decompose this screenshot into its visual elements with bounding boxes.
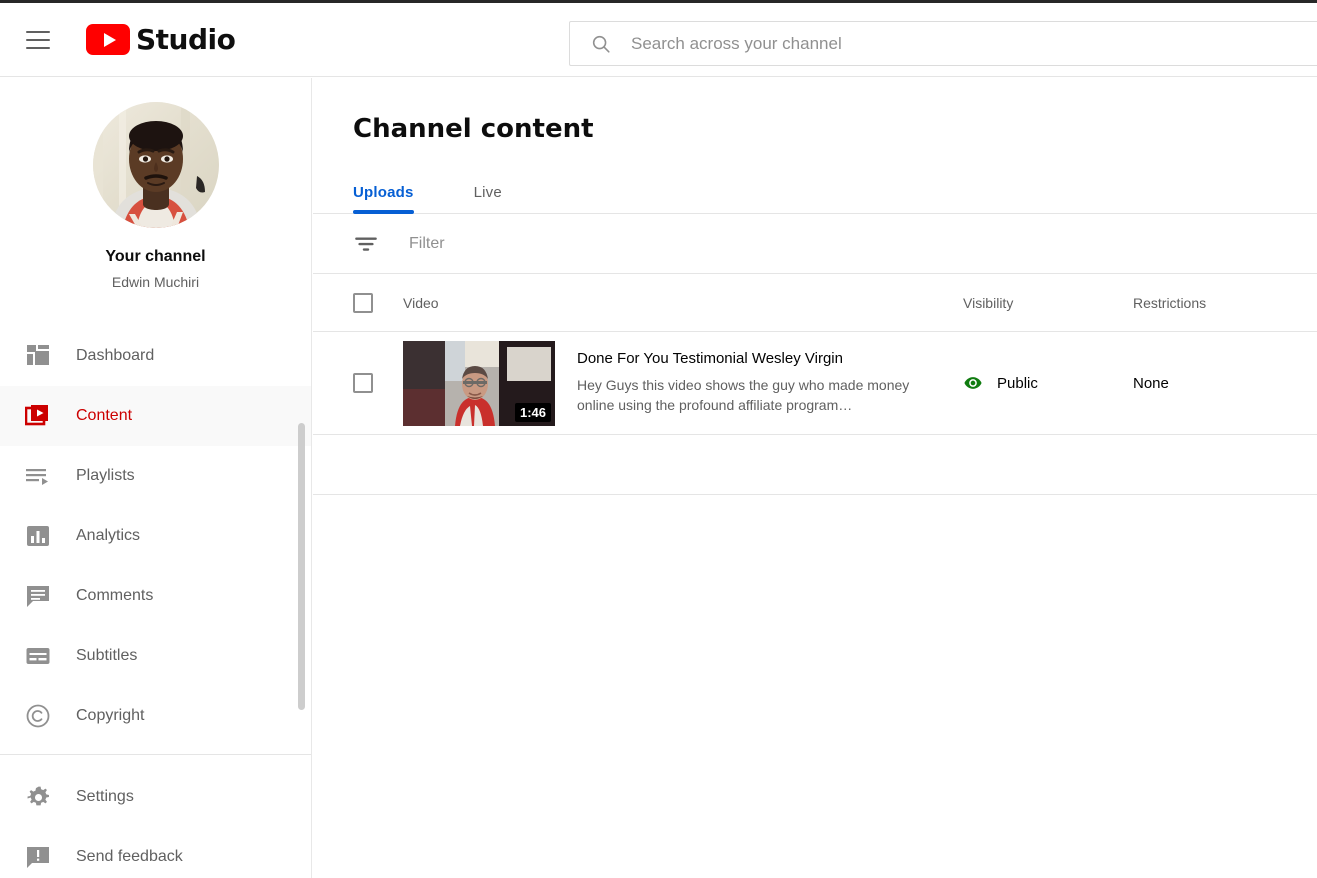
- sidebar-item-label: Content: [76, 407, 133, 424]
- tab-live[interactable]: Live: [474, 184, 502, 213]
- sidebar-item-label: Send feedback: [76, 848, 183, 865]
- main-content: Channel content Uploads Live Video Visib…: [313, 78, 1317, 878]
- comment-icon: [24, 582, 52, 610]
- sidebar-item-label: Dashboard: [76, 347, 155, 364]
- row-select-checkbox[interactable]: [353, 373, 373, 393]
- tab-label: Uploads: [353, 184, 414, 201]
- video-thumbnail[interactable]: 1:46: [403, 340, 555, 426]
- sidebar-item-label: Subtitles: [76, 647, 138, 664]
- sidebar-item-subtitles[interactable]: Subtitles: [0, 626, 311, 686]
- video-cell: 1:46 Done For You Testimonial Wesley Vir…: [403, 340, 963, 426]
- tab-uploads[interactable]: Uploads: [353, 184, 414, 214]
- table-row[interactable]: 1:46 Done For You Testimonial Wesley Vir…: [313, 332, 1317, 435]
- sidebar-item-dashboard[interactable]: Dashboard: [0, 326, 311, 386]
- visibility-cell[interactable]: Public: [963, 373, 1133, 393]
- sidebar-item-copyright[interactable]: Copyright: [0, 686, 311, 746]
- video-description: Hey Guys this video shows the guy who ma…: [577, 377, 910, 414]
- youtube-studio-page: Studio Search across your channel Your c…: [0, 0, 1317, 878]
- page-title: Channel content: [353, 114, 594, 144]
- analytics-bar-icon: [24, 522, 52, 550]
- tab-label: Live: [473, 184, 502, 201]
- copyright-icon: [24, 702, 52, 730]
- sidebar-item-settings[interactable]: Settings: [0, 767, 311, 827]
- public-eye-icon: [964, 377, 982, 389]
- filter-icon[interactable]: [353, 231, 379, 257]
- column-header-video: Video: [403, 294, 439, 311]
- hamburger-menu-icon[interactable]: [26, 30, 50, 49]
- column-header-restrictions: Restrictions: [1133, 294, 1207, 311]
- youtube-play-logo-icon: [86, 24, 130, 55]
- subtitles-icon: [24, 642, 52, 670]
- sidebar-item-label: Copyright: [76, 707, 145, 724]
- video-info: Done For You Testimonial Wesley Virgin H…: [577, 341, 937, 416]
- sidebar-item-analytics[interactable]: Analytics: [0, 506, 311, 566]
- feedback-icon: [24, 843, 52, 871]
- dashboard-icon: [24, 342, 52, 370]
- filter-input[interactable]: [407, 228, 827, 259]
- sidebar-item-content[interactable]: Content: [0, 386, 311, 446]
- sidebar-item-send-feedback[interactable]: Send feedback: [0, 827, 311, 878]
- avatar[interactable]: [92, 102, 219, 228]
- table-footer-row: [313, 435, 1317, 495]
- video-title[interactable]: Done For You Testimonial Wesley Virgin: [577, 349, 937, 369]
- sidebar-scrollbar-thumb[interactable]: [298, 423, 305, 710]
- sidebar-divider: [0, 754, 311, 755]
- playlist-icon: [24, 462, 52, 490]
- table-header: Video Visibility Restrictions: [313, 274, 1317, 332]
- sidebar: Your channel Edwin Muchiri Dashboard Con…: [0, 78, 312, 878]
- filter-row: [313, 214, 1317, 274]
- sidebar-item-playlists[interactable]: Playlists: [0, 446, 311, 506]
- channel-name: Edwin Muchiri: [111, 274, 200, 290]
- search-icon: [592, 35, 610, 53]
- sidebar-item-label: Settings: [76, 788, 134, 805]
- channel-title: Your channel: [105, 248, 206, 265]
- studio-logo[interactable]: Studio: [86, 23, 236, 56]
- gear-icon: [24, 783, 52, 811]
- column-header-visibility: Visibility: [963, 294, 1014, 311]
- search-input[interactable]: [629, 23, 1229, 64]
- content-tabs: Uploads Live: [313, 170, 1317, 214]
- sidebar-item-label: Playlists: [76, 467, 135, 484]
- content-video-icon: [24, 402, 52, 430]
- sidebar-item-label: Analytics: [76, 527, 141, 544]
- video-duration: 1:46: [514, 402, 551, 422]
- visibility-label: Public: [997, 374, 1038, 392]
- restrictions-cell: None: [1133, 374, 1169, 392]
- search-bar[interactable]: [569, 21, 1317, 66]
- sidebar-item-comments[interactable]: Comments: [0, 566, 311, 626]
- sidebar-item-label: Comments: [76, 587, 154, 604]
- select-all-checkbox[interactable]: [353, 292, 373, 313]
- channel-block: Your channel Edwin Muchiri: [0, 78, 311, 290]
- sidebar-nav: Dashboard Content Playlists Analytics Co…: [0, 326, 311, 878]
- app-header: Studio: [0, 3, 1317, 77]
- brand-label: Studio: [136, 23, 236, 56]
